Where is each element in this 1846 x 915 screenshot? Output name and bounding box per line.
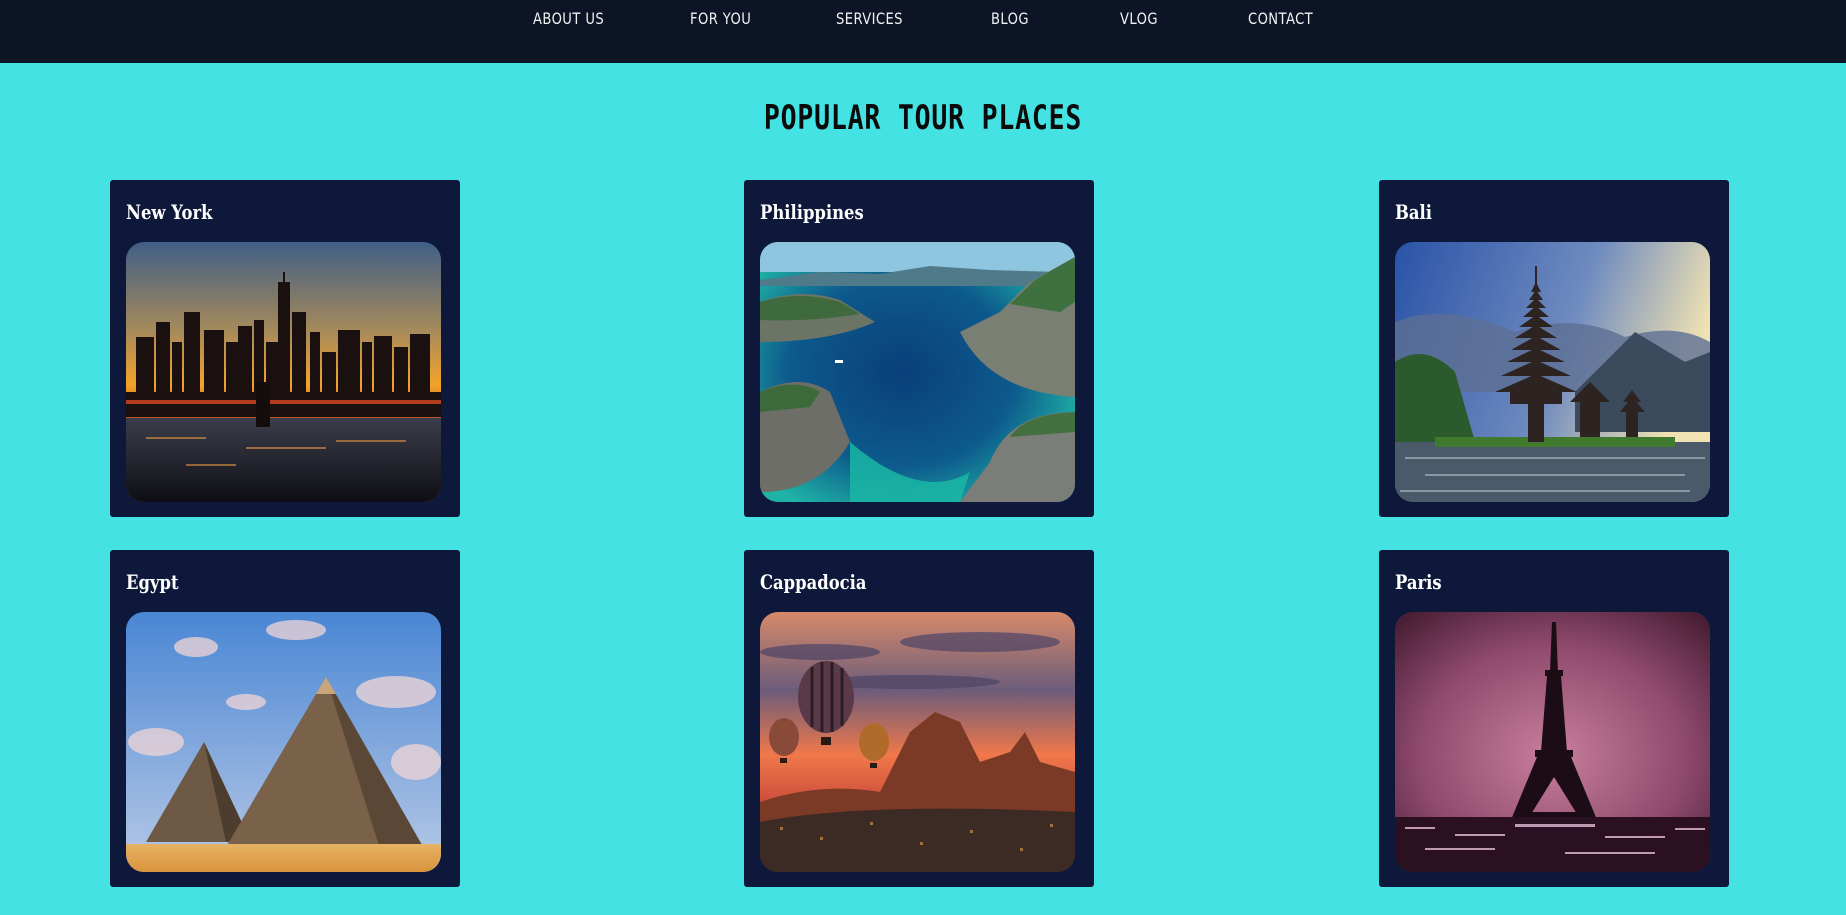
nav-blog[interactable]: BLOG xyxy=(991,9,1029,28)
paris-eiffel-tower-image xyxy=(1395,612,1710,872)
new-york-skyline-image xyxy=(126,242,441,502)
place-card-bali[interactable]: Bali xyxy=(1379,180,1729,517)
top-navigation: ABOUT US FOR YOU SERVICES BLOG VLOG CONT… xyxy=(0,0,1846,63)
nav-vlog[interactable]: VLOG xyxy=(1120,9,1158,28)
page-title: POPULAR TOUR PLACES xyxy=(763,98,1083,138)
philippines-lagoon-image xyxy=(760,242,1075,502)
nav-contact[interactable]: CONTACT xyxy=(1248,9,1313,28)
egypt-pyramids-image xyxy=(126,612,441,872)
place-name: Philippines xyxy=(760,200,864,224)
place-name: Bali xyxy=(1395,200,1432,224)
bali-temple-image xyxy=(1395,242,1710,502)
place-name: Cappadocia xyxy=(760,570,867,594)
place-name: Paris xyxy=(1395,570,1442,594)
nav-for-you[interactable]: FOR YOU xyxy=(690,9,751,28)
place-card-cappadocia[interactable]: Cappadocia xyxy=(744,550,1094,887)
nav-services[interactable]: SERVICES xyxy=(836,9,903,28)
place-card-egypt[interactable]: Egypt xyxy=(110,550,460,887)
place-name: New York xyxy=(126,200,213,224)
place-card-philippines[interactable]: Philippines xyxy=(744,180,1094,517)
cappadocia-balloons-image xyxy=(760,612,1075,872)
place-card-new-york[interactable]: New York xyxy=(110,180,460,517)
place-name: Egypt xyxy=(126,570,179,594)
nav-about-us[interactable]: ABOUT US xyxy=(533,9,604,28)
place-card-paris[interactable]: Paris xyxy=(1379,550,1729,887)
